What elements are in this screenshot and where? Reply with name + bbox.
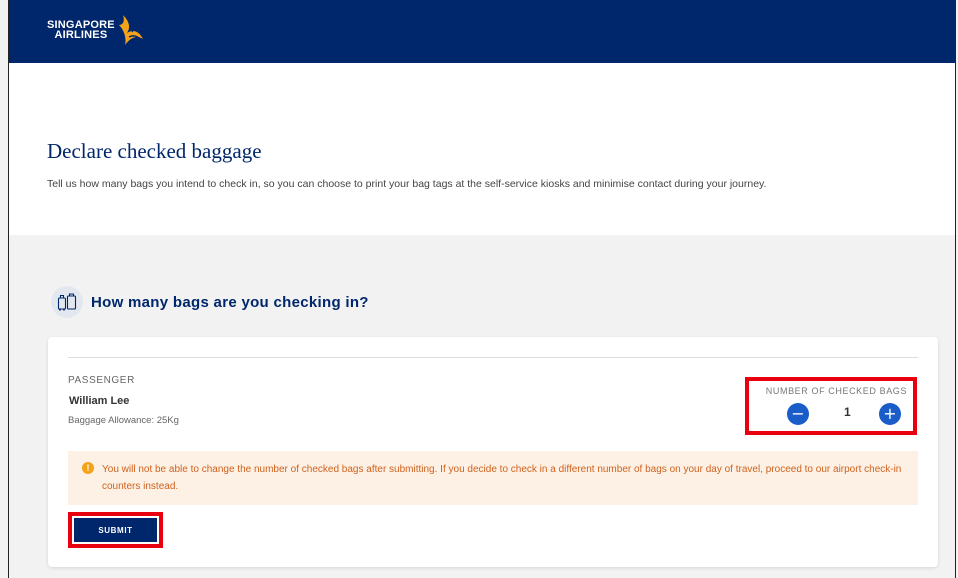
checked-bags-stepper: NUMBER OF CHECKED BAGS − 1 + <box>745 377 917 435</box>
divider <box>68 357 918 358</box>
section-title: How many bags are you checking in? <box>91 293 369 311</box>
app-frame: SINGAPORE AIRLINES Declare checked bagga… <box>8 0 956 578</box>
warning-icon: ! <box>82 462 94 474</box>
passenger-label: PASSENGER <box>68 375 135 386</box>
airline-logo[interactable]: SINGAPORE AIRLINES <box>47 13 147 47</box>
minus-icon: − <box>791 404 805 423</box>
page-description: Tell us how many bags you intend to chec… <box>47 178 767 190</box>
page-title: Declare checked baggage <box>47 139 262 163</box>
submit-highlight: SUBMIT <box>68 512 163 548</box>
intro-section: Declare checked baggage Tell us how many… <box>9 63 955 235</box>
header-bar: SINGAPORE AIRLINES <box>9 0 955 63</box>
logo-line-2: AIRLINES <box>54 29 108 41</box>
passenger-card: PASSENGER William Lee Baggage Allowance:… <box>48 337 938 567</box>
baggage-allowance: Baggage Allowance: 25Kg <box>68 415 179 426</box>
increase-bags-button[interactable]: + <box>879 403 901 425</box>
submit-button[interactable]: SUBMIT <box>74 518 157 542</box>
warning-notice: ! You will not be able to change the num… <box>68 451 918 505</box>
luggage-icon <box>51 286 83 318</box>
plus-icon: + <box>883 404 897 423</box>
bag-count-value: 1 <box>844 405 851 419</box>
decrease-bags-button[interactable]: − <box>787 403 809 425</box>
warning-text: You will not be able to change the numbe… <box>102 464 902 492</box>
passenger-name: William Lee <box>69 395 130 407</box>
checked-bags-label: NUMBER OF CHECKED BAGS <box>765 386 907 396</box>
bird-logo-icon <box>118 15 143 45</box>
section-header: How many bags are you checking in? <box>51 286 369 318</box>
